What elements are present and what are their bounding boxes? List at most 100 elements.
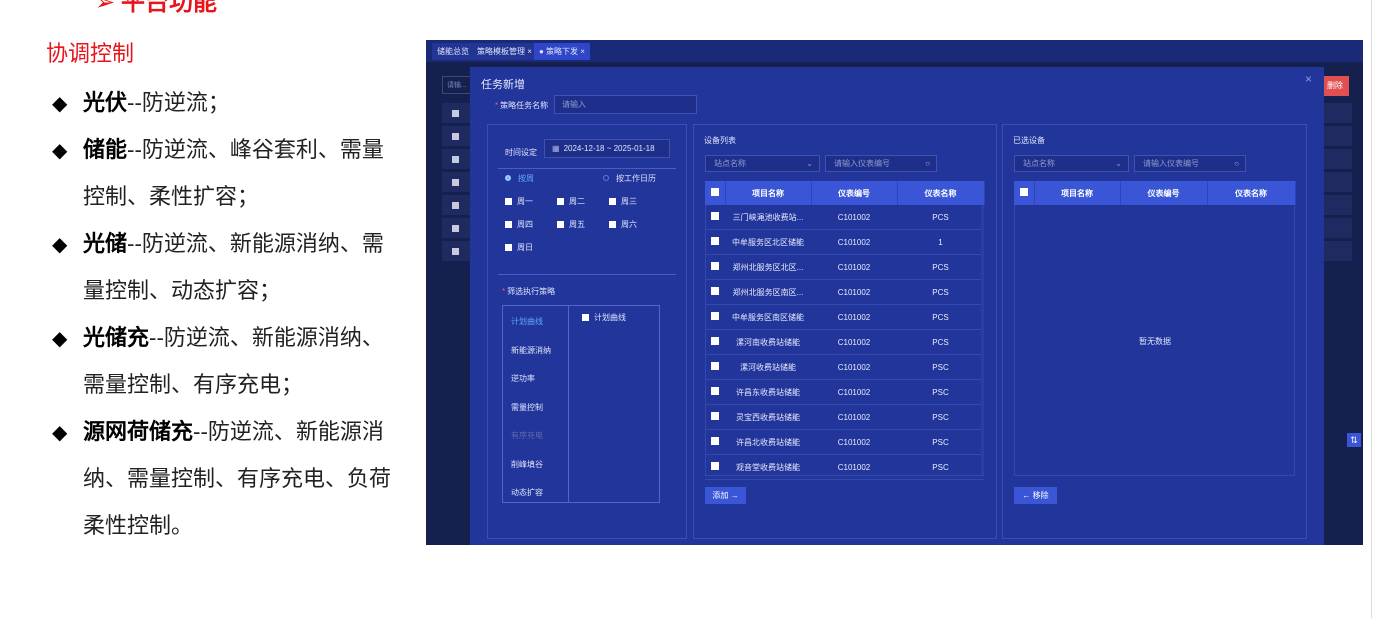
- date-range-picker[interactable]: ▦ 2024-12-18 ~ 2025-01-18: [544, 139, 670, 158]
- task-name-input[interactable]: 请输入: [554, 95, 697, 114]
- row-checkbox[interactable]: [705, 379, 725, 405]
- strategy-item[interactable]: 需量控制: [511, 402, 543, 413]
- row-checkbox[interactable]: [705, 279, 725, 305]
- strategy-item[interactable]: 新能源消纳: [511, 345, 551, 356]
- table-row[interactable]: 漯河南收费站储能 C101002 PCS: [705, 329, 984, 355]
- background-row-checkbox: [452, 225, 459, 232]
- table-cell: PSC: [897, 354, 984, 380]
- divider: [498, 168, 676, 169]
- selected-meter-search-input[interactable]: 请输入仪表编号 ○: [1134, 155, 1246, 172]
- strategy-options: 计划曲线: [568, 305, 660, 503]
- select-all-checkbox[interactable]: [705, 181, 726, 205]
- diamond-bullet-icon: ◆: [52, 91, 68, 115]
- column-header: 仪表名称: [897, 181, 985, 205]
- strategy-item[interactable]: 动态扩容: [511, 487, 543, 498]
- column-header: 仪表编号: [1120, 181, 1208, 205]
- row-checkbox[interactable]: [705, 329, 725, 355]
- table-cell: 漯河南收费站储能: [725, 329, 811, 355]
- station-select[interactable]: 站点名称 ⌄: [705, 155, 820, 172]
- bullet-label: 源网荷储充: [83, 419, 194, 445]
- table-row[interactable]: 漯河收费站储能 C101002 PSC: [705, 354, 984, 380]
- weekday-checkbox[interactable]: 周一: [505, 196, 533, 207]
- add-button[interactable]: 添加 →: [705, 487, 746, 504]
- table-row[interactable]: 中牟服务区南区储能 C101002 PCS: [705, 304, 984, 330]
- bullet-label: 光伏: [83, 90, 128, 116]
- selected-station-select[interactable]: 站点名称 ⌄: [1014, 155, 1129, 172]
- table-cell: 三门峡渑池收费站...: [725, 205, 811, 230]
- section-heading: ➢ 平台功能: [95, 0, 217, 17]
- diamond-bullet-icon: ◆: [52, 232, 68, 256]
- strategy-item[interactable]: 削峰填谷: [511, 459, 543, 470]
- select-all-checkbox[interactable]: [1014, 181, 1035, 205]
- table-cell: 观音堂收费站储能: [725, 454, 811, 480]
- table-row[interactable]: 许昌东收费站储能 C101002 PSC: [705, 379, 984, 405]
- table-row[interactable]: 灵宝西收费站储能 C101002 PSC: [705, 404, 984, 430]
- table-cell: PCS: [897, 205, 984, 230]
- row-checkbox[interactable]: [705, 304, 725, 330]
- task-create-modal: 任务新增 × * 策略任务名称 请输入 时间设定 ▦ 2024-12-18 ~ 20…: [470, 67, 1324, 545]
- radio-weekly[interactable]: [505, 175, 511, 181]
- calendar-icon: ▦: [552, 144, 560, 153]
- weekday-checkbox[interactable]: 周三: [609, 196, 637, 207]
- divider: [498, 274, 676, 275]
- weekday-checkbox[interactable]: 周六: [609, 219, 637, 230]
- table-cell: C101002: [811, 404, 897, 430]
- selected-devices-panel: 已选设备 站点名称 ⌄ 请输入仪表编号 ○ 项目名称 仪表编号 仪表名称 暂无数据 ← …: [1002, 124, 1307, 539]
- meter-search-input[interactable]: 请输入仪表编号 ○: [825, 155, 937, 172]
- bullet-item: ◆ 源网荷储充--防逆流、新能源消纳、需量控制、有序充电、负荷柔性控制。: [48, 409, 393, 550]
- bullet-label: 光储充: [83, 325, 150, 351]
- row-checkbox[interactable]: [705, 404, 725, 430]
- search-icon[interactable]: ○: [1234, 156, 1239, 171]
- table-cell: PCS: [897, 304, 984, 330]
- strategy-item[interactable]: 逆功率: [511, 373, 535, 384]
- table-cell: PSC: [897, 429, 984, 455]
- table-cell: C101002: [811, 454, 897, 480]
- time-label: 时间设定: [505, 148, 537, 157]
- row-checkbox[interactable]: [705, 454, 725, 480]
- diamond-bullet-icon: ◆: [52, 138, 68, 162]
- table-row[interactable]: 郑州北服务区北区... C101002 PCS: [705, 254, 984, 280]
- row-checkbox[interactable]: [705, 205, 725, 230]
- table-cell: C101002: [811, 429, 897, 455]
- row-checkbox[interactable]: [705, 229, 725, 255]
- filter-icon[interactable]: ⇅: [1347, 433, 1361, 447]
- table-row[interactable]: 观音堂收费站储能 C101002 PSC: [705, 454, 984, 480]
- table-row[interactable]: 三门峡渑池收费站... C101002 PCS: [705, 205, 984, 230]
- bullet-text: --防逆流；: [127, 91, 230, 116]
- table-cell: PSC: [897, 454, 984, 480]
- table-cell: C101002: [811, 254, 897, 280]
- tab-strategy-dispatch[interactable]: ● 策略下发 ×: [534, 43, 590, 60]
- remove-button[interactable]: ← 移除: [1014, 487, 1057, 504]
- bullet-item: ◆ 光伏--防逆流；: [48, 80, 393, 127]
- background-search-input: 请输...: [442, 76, 472, 94]
- table-row[interactable]: 郑州北服务区南区... C101002 PCS: [705, 279, 984, 305]
- table-cell: PCS: [897, 329, 984, 355]
- weekday-checkbox[interactable]: 周五: [557, 219, 585, 230]
- tab-strategy-template[interactable]: 策略模板管理 ×: [472, 43, 537, 60]
- scrollbar[interactable]: [981, 205, 984, 475]
- row-checkbox[interactable]: [705, 354, 725, 380]
- strategy-label: * 筛选执行策略: [502, 287, 556, 296]
- table-row[interactable]: 许昌北收费站储能 C101002 PSC: [705, 429, 984, 455]
- strategy-option-checkbox[interactable]: 计划曲线: [582, 312, 626, 323]
- close-icon[interactable]: ×: [1305, 72, 1312, 86]
- table-cell: C101002: [811, 229, 897, 255]
- weekday-checkbox[interactable]: 周日: [505, 242, 533, 253]
- table-cell: C101002: [811, 354, 897, 380]
- tab-storage-overview[interactable]: 储能总览: [432, 43, 474, 60]
- radio-work-calendar[interactable]: [603, 175, 609, 181]
- background-row-checkbox: [452, 202, 459, 209]
- weekday-checkbox[interactable]: 周四: [505, 219, 533, 230]
- table-cell: C101002: [811, 304, 897, 330]
- diamond-bullet-icon: ◆: [52, 420, 68, 444]
- weekday-checkbox[interactable]: 周二: [557, 196, 585, 207]
- table-cell: 中牟服务区南区储能: [725, 304, 811, 330]
- task-name-label: * 策略任务名称: [495, 101, 549, 110]
- table-row[interactable]: 中牟服务区北区储能 C101002 1: [705, 229, 984, 255]
- selected-devices-title: 已选设备: [1013, 136, 1045, 145]
- row-checkbox[interactable]: [705, 254, 725, 280]
- search-icon[interactable]: ○: [925, 156, 930, 171]
- table-cell: PCS: [897, 254, 984, 280]
- row-checkbox[interactable]: [705, 429, 725, 455]
- strategy-item[interactable]: 计划曲线: [511, 316, 543, 327]
